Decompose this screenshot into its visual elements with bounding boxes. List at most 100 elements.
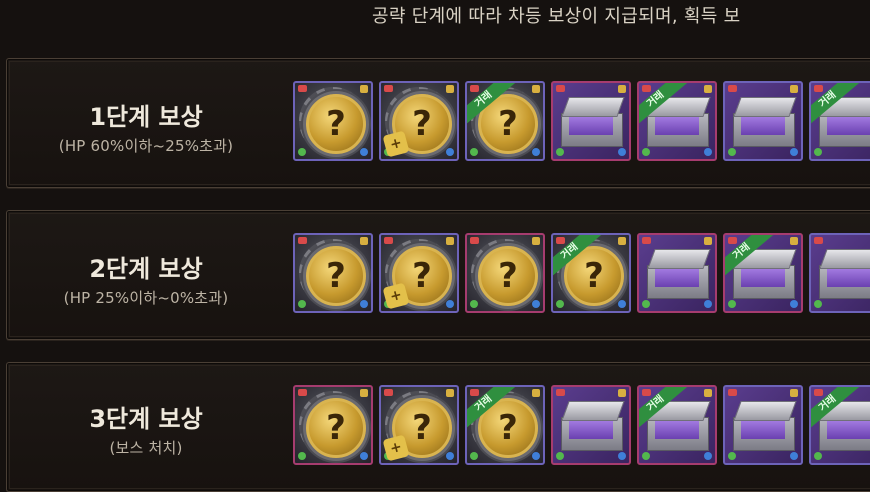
chest-icon [819, 249, 870, 299]
corner-dot-icon [728, 452, 736, 460]
corner-tag-icon [384, 237, 393, 244]
reward-chest-slot[interactable]: 거래 [809, 81, 870, 161]
corner-tag-icon [384, 85, 393, 92]
chest-cushion [827, 117, 870, 135]
chest-lid [647, 249, 710, 269]
reward-mystery-slot[interactable]: ? [465, 233, 545, 313]
reward-mystery-slot[interactable]: ? [293, 385, 373, 465]
corner-dot-icon [360, 148, 368, 156]
reward-chest-slot[interactable] [551, 81, 631, 161]
reward-mystery-slot[interactable]: ?거래 [465, 81, 545, 161]
corner-dot-icon [790, 452, 798, 460]
corner-dot-icon [298, 300, 306, 308]
corner-dot-icon [298, 148, 306, 156]
top-notice: 공략 단계에 따라 차등 보상이 지급되며, 획득 보 [372, 2, 741, 28]
chest-cushion [741, 269, 785, 287]
reward-row-subtitle: (HP 60%이하~25%초과) [7, 135, 285, 156]
reward-row-title: 2단계 보상 [7, 249, 285, 284]
reward-mystery-slot[interactable]: ?+ [379, 233, 459, 313]
reward-chest-slot[interactable] [551, 385, 631, 465]
corner-tag-icon [642, 85, 651, 92]
reward-chest-slot[interactable]: 거래 [723, 233, 803, 313]
corner-dot-icon [814, 148, 822, 156]
corner-tag-icon [556, 389, 565, 396]
corner-tag-icon [532, 237, 540, 245]
corner-dot-icon [532, 452, 540, 460]
chest-lid [733, 97, 796, 117]
corner-dot-icon [470, 148, 478, 156]
corner-tag-icon [446, 389, 454, 397]
reward-chest-slot[interactable] [809, 233, 870, 313]
corner-tag-icon [704, 389, 712, 397]
corner-tag-icon [298, 85, 307, 92]
reward-row-title: 3단계 보상 [7, 399, 285, 434]
corner-tag-icon [298, 237, 307, 244]
corner-tag-icon [470, 237, 479, 244]
reward-mystery-slot[interactable]: ?+ [379, 385, 459, 465]
chest-icon [647, 249, 709, 299]
reward-mystery-slot[interactable]: ? [293, 81, 373, 161]
reward-chest-slot[interactable] [723, 385, 803, 465]
corner-tag-icon [384, 389, 393, 396]
corner-tag-icon [360, 85, 368, 93]
chest-cushion [569, 117, 613, 135]
corner-tag-icon [618, 389, 626, 397]
corner-tag-icon [704, 237, 712, 245]
corner-tag-icon [618, 237, 626, 245]
corner-dot-icon [618, 452, 626, 460]
corner-tag-icon [814, 85, 823, 92]
corner-dot-icon [728, 300, 736, 308]
corner-dot-icon [642, 300, 650, 308]
reward-chest-slot[interactable] [637, 233, 717, 313]
chest-cushion [741, 421, 785, 439]
reward-chest-slot[interactable]: 거래 [637, 385, 717, 465]
reward-mystery-slot[interactable]: ?거래 [551, 233, 631, 313]
corner-dot-icon [360, 300, 368, 308]
corner-tag-icon [556, 85, 565, 92]
chest-cushion [827, 421, 870, 439]
corner-tag-icon [790, 237, 798, 245]
corner-dot-icon [814, 300, 822, 308]
corner-tag-icon [446, 85, 454, 93]
corner-tag-icon [790, 85, 798, 93]
corner-dot-icon [642, 148, 650, 156]
reward-row-subtitle: (HP 25%이하~0%초과) [7, 287, 285, 308]
chest-lid [819, 249, 870, 269]
chest-icon [561, 97, 623, 147]
corner-dot-icon [704, 452, 712, 460]
chest-cushion [655, 421, 699, 439]
reward-chest-slot[interactable]: 거래 [637, 81, 717, 161]
reward-row-2: 2단계 보상 (HP 25%이하~0%초과) ??+??거래거래 [6, 210, 870, 340]
corner-tag-icon [642, 389, 651, 396]
reward-row-title: 1단계 보상 [7, 97, 285, 132]
corner-dot-icon [532, 148, 540, 156]
corner-dot-icon [446, 300, 454, 308]
corner-tag-icon [642, 237, 651, 244]
reward-item-list: ??+?거래 거래 거래 [293, 81, 870, 163]
chest-cushion [655, 117, 699, 135]
corner-tag-icon [814, 237, 823, 244]
corner-tag-icon [704, 85, 712, 93]
corner-dot-icon [556, 148, 564, 156]
reward-item-list: ??+??거래거래 [293, 233, 870, 315]
question-mark-coin-icon: ? [306, 398, 366, 458]
corner-tag-icon [470, 389, 479, 396]
question-mark-coin-icon: ? [306, 246, 366, 306]
chest-lid [561, 401, 624, 421]
corner-dot-icon [642, 452, 650, 460]
reward-chest-slot[interactable] [723, 81, 803, 161]
chest-icon [561, 401, 623, 451]
corner-dot-icon [704, 300, 712, 308]
reward-mystery-slot[interactable]: ?거래 [465, 385, 545, 465]
reward-row-1: 1단계 보상 (HP 60%이하~25%초과) ??+?거래 거래 거래 [6, 58, 870, 188]
corner-dot-icon [618, 300, 626, 308]
chest-cushion [655, 269, 699, 287]
reward-row-subtitle: (보스 처치) [7, 437, 285, 458]
reward-mystery-slot[interactable]: ? [293, 233, 373, 313]
reward-chest-slot[interactable]: 거래 [809, 385, 870, 465]
question-mark-coin-icon: ? [306, 94, 366, 154]
corner-tag-icon [532, 389, 540, 397]
corner-dot-icon [298, 452, 306, 460]
reward-mystery-slot[interactable]: ?+ [379, 81, 459, 161]
corner-dot-icon [618, 148, 626, 156]
